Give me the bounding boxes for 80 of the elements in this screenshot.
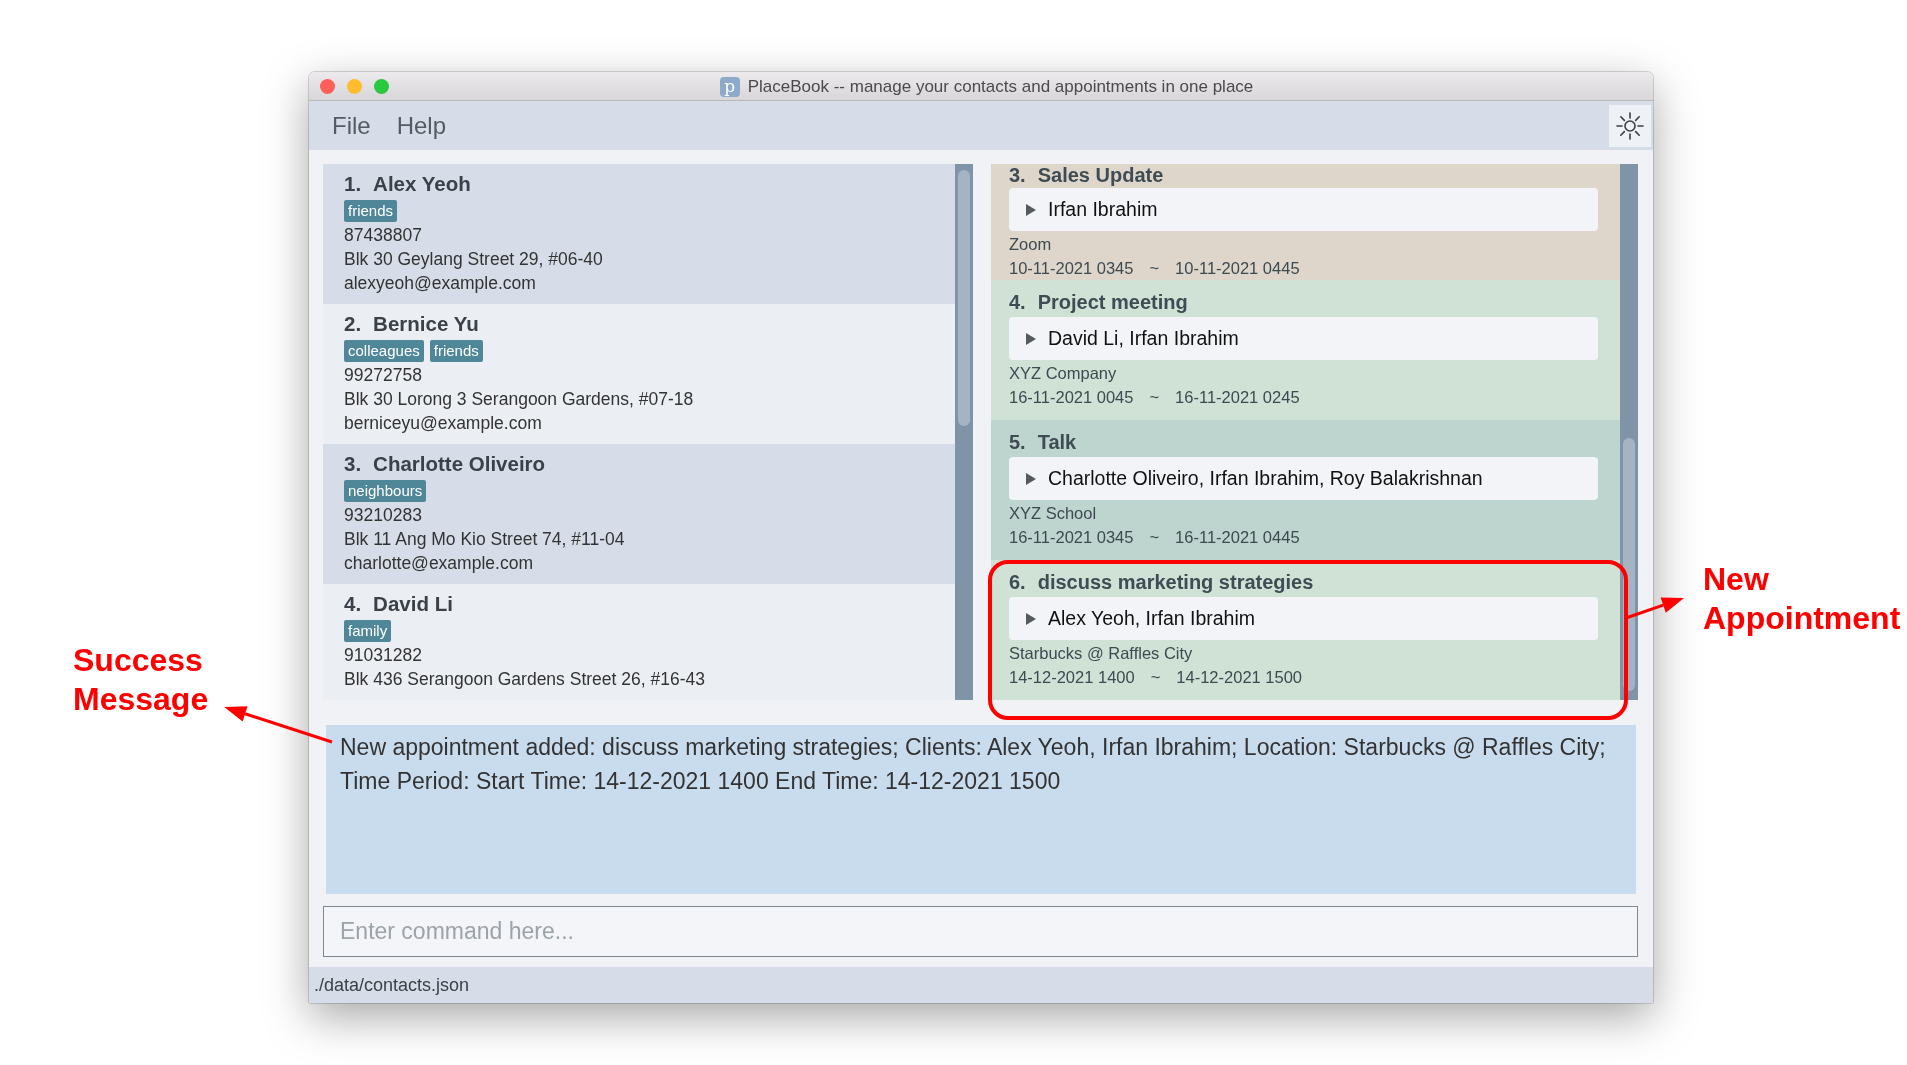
contact-name: Charlotte Oliveiro xyxy=(373,451,546,477)
appointment-card[interactable]: 5. Talk Charlotte Oliveiro, Irfan Ibrahim, Roy Balakrishnan XYZ School 16-11-2021 0345 ~ 16-11-2021 0445 xyxy=(991,420,1620,560)
end-time: 14-12-2021 1500 xyxy=(1176,667,1303,688)
end-time: 10-11-2021 0445 xyxy=(1175,258,1300,279)
contact-name: Alex Yeoh xyxy=(373,171,471,197)
end-time: 16-11-2021 0245 xyxy=(1175,387,1300,408)
phone-number: 99272758 xyxy=(344,364,423,387)
appointment-location: Starbucks @ Raffles City xyxy=(1009,643,1194,664)
time-separator: ~ xyxy=(1149,258,1160,279)
disclosure-triangle-icon xyxy=(1026,332,1036,345)
tag: family xyxy=(344,620,392,642)
contact-number: 4. xyxy=(344,591,362,617)
appointment-title: Sales Update xyxy=(1037,164,1164,186)
sun-icon xyxy=(1616,111,1644,140)
phone-number: 93210283 xyxy=(344,504,423,527)
menu-item[interactable]: Help xyxy=(393,111,450,140)
contact-name: Bernice Yu xyxy=(373,311,479,337)
callout-label: Success Message xyxy=(73,641,209,719)
clients-toggle[interactable]: Alex Yeoh, Irfan Ibrahim xyxy=(1009,597,1598,640)
start-time: 10-11-2021 0345 xyxy=(1009,258,1134,279)
appointment-location: Zoom xyxy=(1009,234,1053,255)
close-button[interactable] xyxy=(320,78,335,94)
tag: friends xyxy=(429,340,483,362)
result-display: New appointment added: discuss marketing strategies; Clients: Alex Yeoh, Irfan Ibrahim; Location: Starbucks @ Raffles City; Time Period: Start Time: 14-12-2021 1400 End Time: 14-12-2021 1500 xyxy=(326,725,1636,894)
disclosure-triangle-icon xyxy=(1026,203,1036,216)
address: Blk 30 Geylang Street 29, #06-40 xyxy=(344,248,604,271)
callout-label: New Appointment xyxy=(1703,560,1901,638)
email-address: alexyeoh@example.com xyxy=(344,272,537,295)
appointment-number: 6. xyxy=(1009,571,1026,593)
contact-card[interactable]: 2. Bernice Yu colleagues friends 99272758 Blk 30 Lorong 3 Serangoon Gardens, #07-18 berniceyu@example.com xyxy=(323,304,955,444)
address: Blk 11 Ang Mo Kio Street 74, #11-04 xyxy=(344,528,626,551)
contact-name: David Li xyxy=(373,591,453,617)
email-address: charlotte@example.com xyxy=(344,552,534,575)
disclosure-triangle-icon xyxy=(1026,472,1036,485)
address: Blk 436 Serangoon Gardens Street 26, #16-43 xyxy=(344,668,706,691)
scrollbar-thumb[interactable] xyxy=(958,170,970,426)
appointment-number: 5. xyxy=(1009,431,1026,453)
file-path: ./data/contacts.json xyxy=(314,974,470,996)
time-separator: ~ xyxy=(1149,527,1160,548)
window-title: PlaceBook -- manage your contacts and appointments in one place xyxy=(747,77,1254,97)
time-separator: ~ xyxy=(1149,387,1160,408)
contact-number: 3. xyxy=(344,451,362,477)
time-separator: ~ xyxy=(1150,667,1161,688)
contact-number: 2. xyxy=(344,311,362,337)
appointment-number: 4. xyxy=(1009,291,1026,313)
appointment-card[interactable]: 6. discuss marketing strategies Alex Yeoh, Irfan Ibrahim Starbucks @ Raffles City 14-12-2021 1400 ~ 14-12-2021 1500 xyxy=(991,560,1620,700)
appointment-card[interactable]: 4. Project meeting David Li, Irfan Ibrahim XYZ Company 16-11-2021 0045 ~ 16-11-2021 0245 xyxy=(991,280,1620,420)
tag: neighbours xyxy=(344,480,427,502)
appointment-location: XYZ Company xyxy=(1009,363,1118,384)
tag: colleagues xyxy=(344,340,424,362)
theme-toggle-button[interactable] xyxy=(1609,104,1651,147)
clients-toggle[interactable]: David Li, Irfan Ibrahim xyxy=(1009,317,1598,360)
app-icon: p xyxy=(719,77,740,97)
minimize-button[interactable] xyxy=(347,78,362,94)
contact-card[interactable]: 1. Alex Yeoh friends 87438807 Blk 30 Geylang Street 29, #06-40 alexyeoh@example.com xyxy=(323,164,955,304)
email-address: berniceyu@example.com xyxy=(344,412,543,435)
disclosure-triangle-icon xyxy=(1026,612,1036,625)
start-time: 16-11-2021 0345 xyxy=(1009,527,1134,548)
address: Blk 30 Lorong 3 Serangoon Gardens, #07-18 xyxy=(344,388,695,411)
phone-number: 91031282 xyxy=(344,644,423,667)
appointment-location: XYZ School xyxy=(1009,503,1098,524)
contact-card[interactable]: 3. Charlotte Oliveiro neighbours 93210283 Blk 11 Ang Mo Kio Street 74, #11-04 charlotte@example.com xyxy=(323,444,955,584)
start-time: 16-11-2021 0045 xyxy=(1009,387,1134,408)
tag: friends xyxy=(344,200,398,222)
zoom-button[interactable] xyxy=(374,78,389,94)
end-time: 16-11-2021 0445 xyxy=(1175,527,1300,548)
contact-number: 1. xyxy=(344,171,362,197)
command-input[interactable]: Enter command here... xyxy=(323,906,1638,957)
phone-number: 87438807 xyxy=(344,224,423,247)
appointment-card[interactable]: 3. Sales Update Irfan Ibrahim Zoom 10-11-2021 0345 ~ 10-11-2021 0445 xyxy=(991,164,1620,280)
start-time: 14-12-2021 1400 xyxy=(1009,667,1135,688)
appointment-title: Talk xyxy=(1037,431,1077,453)
menu-item[interactable]: File xyxy=(329,111,374,140)
appointment-title: Project meeting xyxy=(1037,291,1188,313)
clients-toggle[interactable]: Charlotte Oliveiro, Irfan Ibrahim, Roy Balakrishnan xyxy=(1009,457,1598,500)
callout-arrow xyxy=(1625,597,1684,620)
appointment-title: discuss marketing strategies xyxy=(1037,571,1314,593)
appointment-number: 3. xyxy=(1009,164,1026,186)
clients-toggle[interactable]: Irfan Ibrahim xyxy=(1009,188,1598,231)
contact-card[interactable]: 4. David Li family 91031282 Blk 436 Serangoon Gardens Street 26, #16-43 xyxy=(323,584,955,700)
